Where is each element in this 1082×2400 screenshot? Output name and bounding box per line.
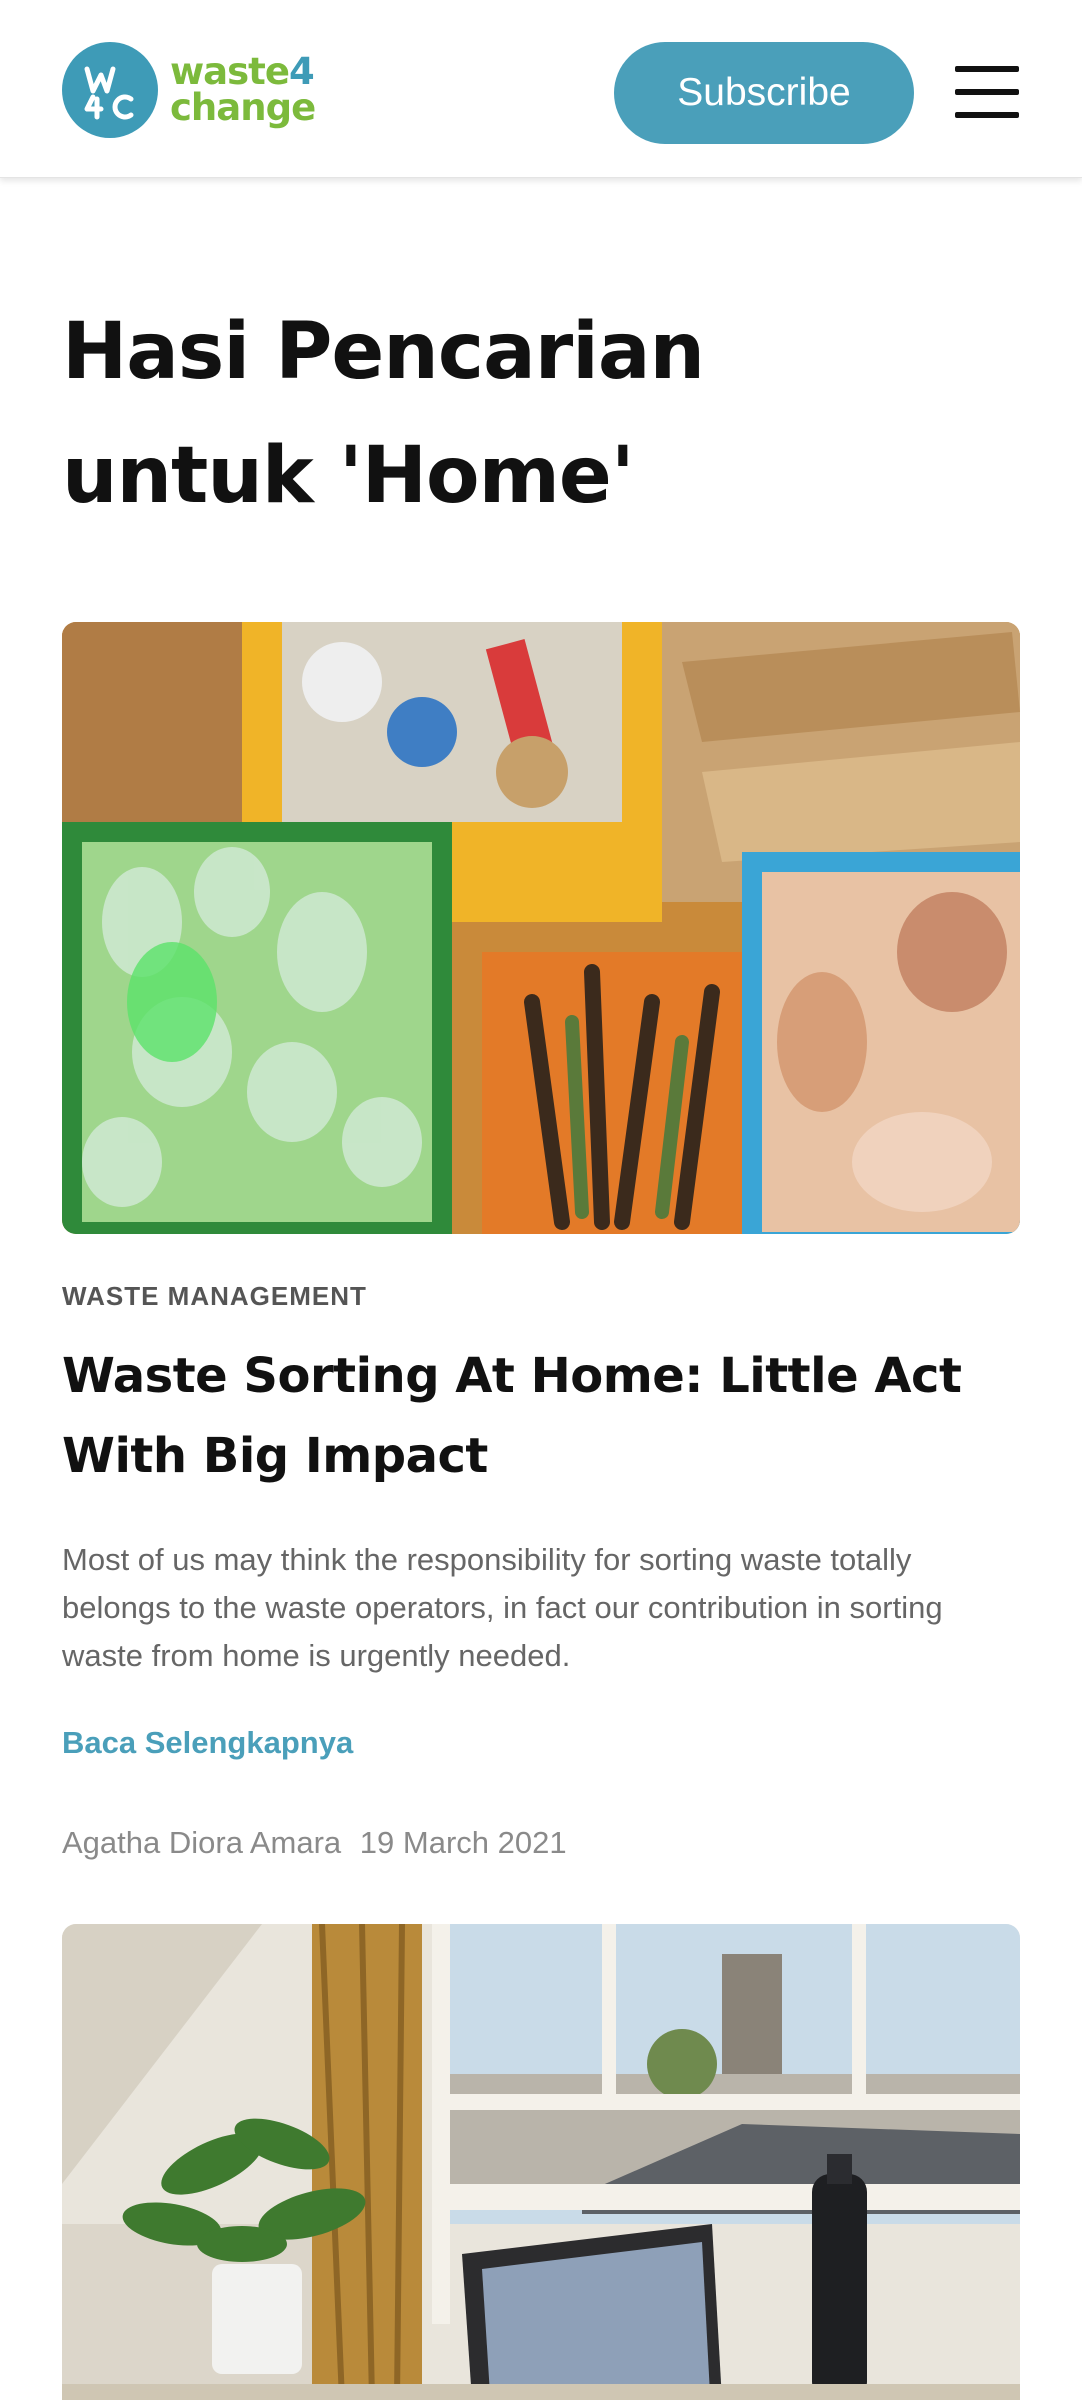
article-author[interactable]: Agatha Diora Amara: [62, 1825, 341, 1860]
article-image-recycling-bins[interactable]: [62, 622, 1020, 1234]
waste4change-logo[interactable]: waste4 change: [62, 42, 316, 138]
site-header: waste4 change Subscribe: [0, 0, 1082, 178]
hamburger-menu-icon[interactable]: [955, 66, 1019, 118]
article-title[interactable]: Waste Sorting At Home: Little Act With B…: [62, 1336, 1002, 1496]
logo-wordmark: waste4 change: [170, 50, 316, 129]
logo-badge-icon: [62, 42, 158, 138]
article-excerpt: Most of us may think the responsibility …: [62, 1542, 943, 1673]
read-more-link[interactable]: Baca Selengkapnya: [62, 1725, 353, 1761]
article-category[interactable]: WASTE MANAGEMENT: [62, 1281, 367, 1312]
article-meta: Agatha Diora Amara 19 March 2021: [62, 1825, 567, 1861]
page-title: Hasi Pencarian untuk 'Home': [62, 307, 705, 521]
article-date: 19 March 2021: [359, 1825, 567, 1860]
subscribe-button[interactable]: Subscribe: [614, 42, 914, 144]
article-image-home-office[interactable]: [62, 1924, 1020, 2400]
